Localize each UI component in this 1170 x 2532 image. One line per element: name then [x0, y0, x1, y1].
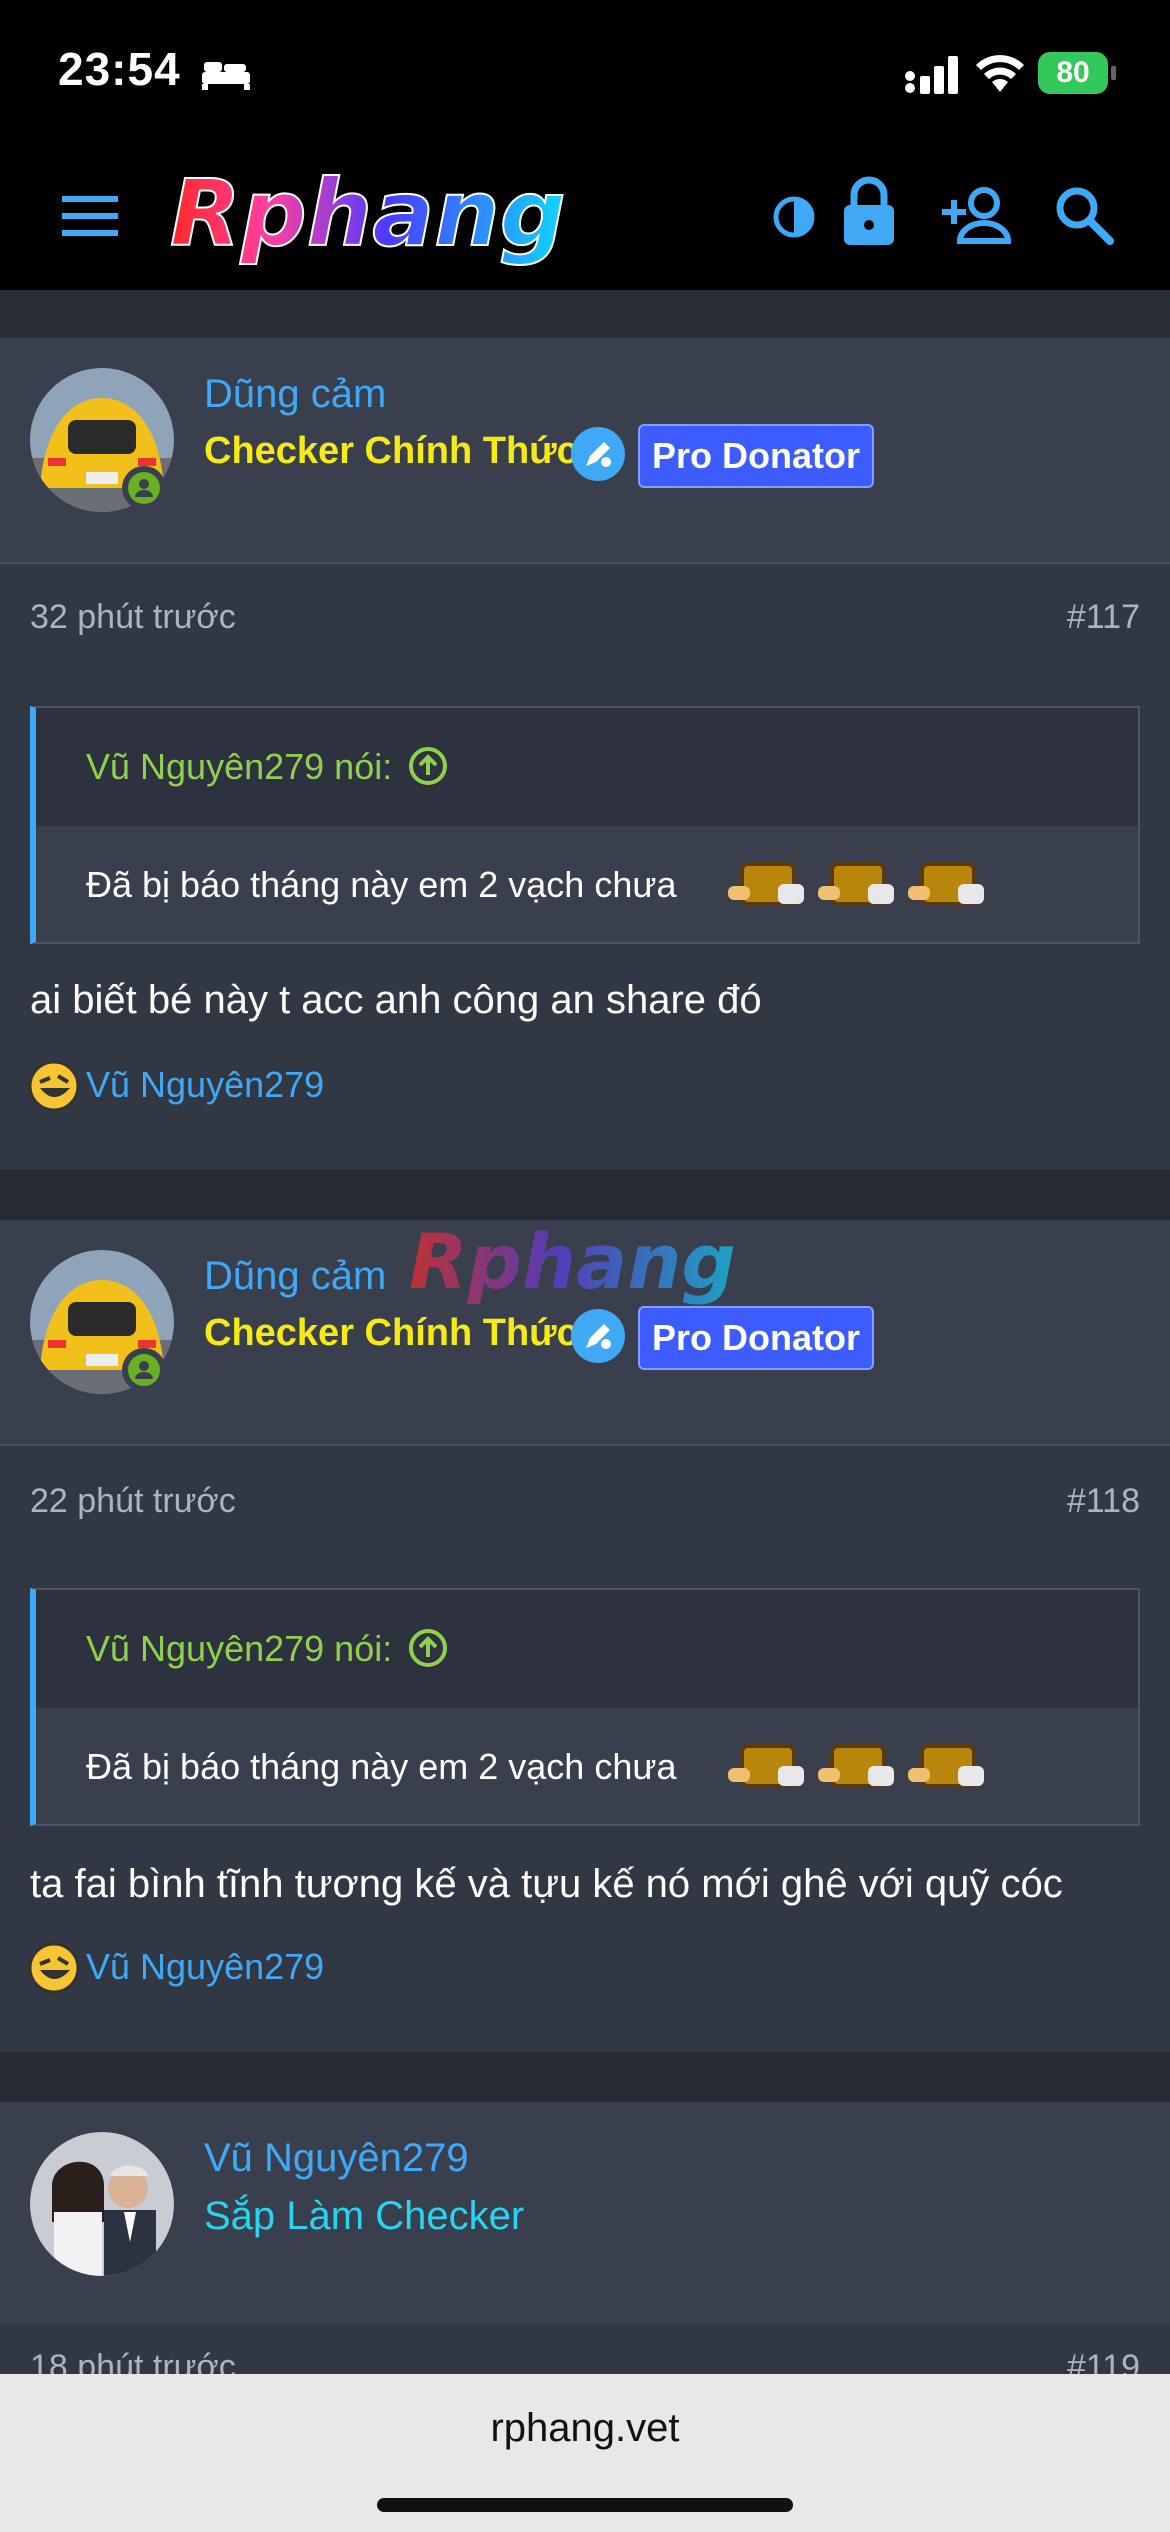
search-icon[interactable] [1052, 183, 1116, 247]
url-text[interactable]: rphang.vet [0, 2406, 1170, 2451]
emoji-icon [728, 1744, 804, 1788]
author-username[interactable]: Vũ Nguyên279 [204, 2136, 469, 2181]
post-number[interactable]: #117 [1067, 598, 1140, 637]
quote-block: Vũ Nguyên279 nói: Đã bị báo tháng này em… [30, 706, 1140, 944]
post-117: Dũng cảm Checker Chính Thức Pro Donator … [0, 338, 1170, 1170]
post-author-bar: Vũ Nguyên279 Sắp Làm Checker [0, 2102, 1170, 2328]
site-header: Rphang [0, 145, 1170, 290]
verified-checker-icon [571, 427, 625, 481]
logo-text: Rphang [170, 167, 566, 267]
cell-signal-icon [905, 56, 958, 94]
jump-to-quote-icon[interactable] [408, 746, 448, 786]
home-indicator[interactable] [377, 2498, 793, 2512]
verified-checker-icon [571, 1309, 625, 1363]
quote-header: Vũ Nguyên279 nói: [36, 1590, 1138, 1708]
post-time[interactable]: 32 phút trước [30, 598, 236, 637]
login-lock-icon[interactable] [840, 175, 898, 247]
register-user-icon[interactable] [940, 185, 1012, 245]
hamburger-menu-icon[interactable] [58, 190, 122, 242]
quote-content: Đã bị báo tháng này em 2 vạch chưa [36, 826, 1138, 942]
emoji-icon [908, 1744, 984, 1788]
quote-text: Đã bị báo tháng này em 2 vạch chưa [86, 864, 677, 905]
quote-header: Vũ Nguyên279 nói: [36, 708, 1138, 826]
theme-toggle-icon[interactable] [770, 193, 818, 241]
reaction-user[interactable]: Vũ Nguyên279 [86, 1064, 324, 1106]
sleep-focus-icon [202, 62, 250, 90]
emoji-icon [908, 862, 984, 906]
post-number[interactable]: #118 [1067, 1482, 1140, 1521]
browser-address-bar[interactable]: rphang.vet [0, 2374, 1170, 2532]
post-118: Dũng cảm Checker Chính Thức Pro Donator … [0, 1220, 1170, 2052]
post-body: ta fai bình tĩnh tương kế và tựu kế nó m… [30, 1862, 1063, 1906]
status-bar: 23:54 80 [0, 0, 1170, 145]
post-time[interactable]: 22 phút trước [30, 1482, 236, 1521]
emoji-icon [818, 862, 894, 906]
laugh-reaction-icon[interactable] [28, 1060, 80, 1112]
watermark-text: Rphang [409, 1218, 736, 1306]
post-body: ai biết bé này t acc anh công an share đ… [30, 978, 762, 1022]
emoji-icon [728, 862, 804, 906]
clock: 23:54 [58, 43, 181, 95]
quote-block: Vũ Nguyên279 nói: Đã bị báo tháng này em… [30, 1588, 1140, 1826]
author-username[interactable]: Dũng cảm [204, 1254, 386, 1299]
battery-level: 80 [1056, 56, 1090, 89]
author-username[interactable]: Dũng cảm [204, 372, 386, 417]
quote-text: Đã bị báo tháng này em 2 vạch chưa [86, 1746, 677, 1787]
quote-content: Đã bị báo tháng này em 2 vạch chưa [36, 1708, 1138, 1824]
rphang-watermark: Rphang [409, 1218, 736, 1306]
author-title: Sắp Làm Checker [204, 2194, 525, 2238]
laugh-reaction-icon[interactable] [28, 1942, 80, 1994]
jump-to-quote-icon[interactable] [408, 1628, 448, 1668]
wifi-icon [976, 55, 1024, 92]
quote-author[interactable]: Vũ Nguyên279 nói: [86, 1628, 392, 1670]
battery-indicator: 80 [1038, 52, 1116, 94]
header-spacer [0, 290, 1170, 338]
site-logo[interactable]: Rphang [160, 167, 720, 267]
user-avatar[interactable] [30, 2132, 174, 2276]
pro-donator-badge: Pro Donator [638, 1306, 875, 1370]
post-number[interactable]: #119 [1067, 2348, 1140, 2374]
post-author-bar: Dũng cảm Checker Chính Thức Pro Donator [0, 338, 1170, 564]
post-meta-peek: 18 phút trước #119 [0, 2324, 1170, 2374]
reaction-user[interactable]: Vũ Nguyên279 [86, 1946, 324, 1988]
author-title: Checker Chính Thức [204, 1312, 578, 1354]
emoji-icon [818, 1744, 894, 1788]
quote-author[interactable]: Vũ Nguyên279 nói: [86, 746, 392, 788]
post-time[interactable]: 18 phút trước [30, 2348, 236, 2374]
online-status-icon [122, 466, 166, 510]
pro-donator-badge: Pro Donator [638, 424, 875, 488]
author-title: Checker Chính Thức [204, 430, 578, 472]
online-status-icon [122, 1348, 166, 1392]
